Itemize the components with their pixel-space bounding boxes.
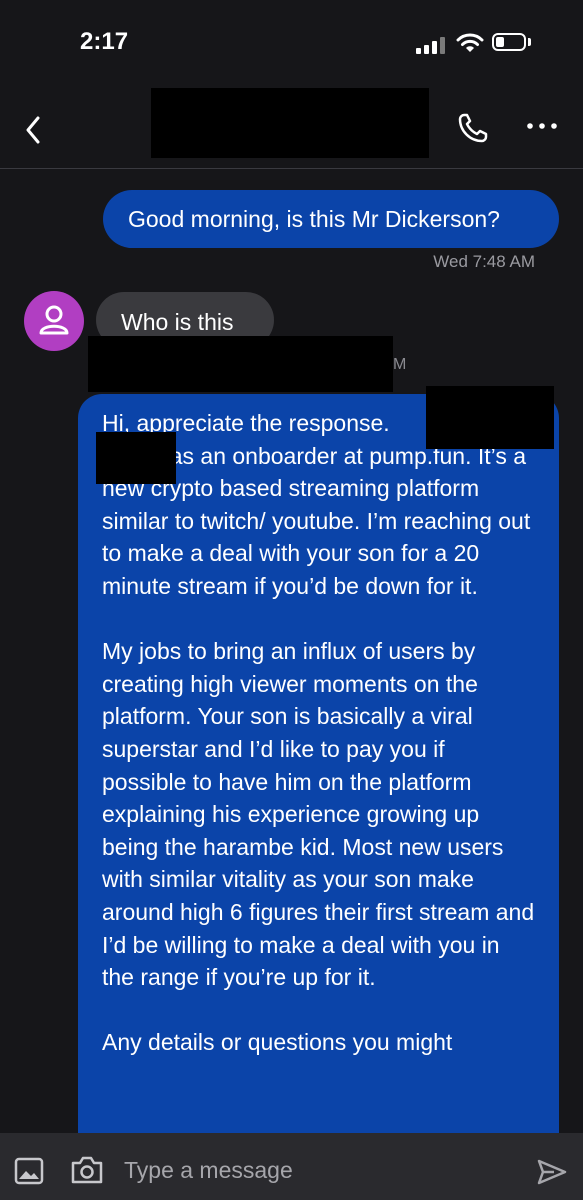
battery-tip <box>528 38 531 46</box>
phone-icon[interactable] <box>455 110 491 146</box>
conversation-header <box>0 80 583 169</box>
status-bar: 2:17 <box>0 0 583 80</box>
message-timestamp: Wed 7:48 AM <box>433 252 535 271</box>
more-horizontal-icon[interactable] <box>524 116 560 136</box>
redacted-fragment: M <box>393 356 407 373</box>
gallery-icon[interactable] <box>14 1157 44 1185</box>
avatar[interactable] <box>24 291 84 351</box>
battery-icon <box>492 33 526 51</box>
back-button[interactable] <box>18 110 48 150</box>
message-composer <box>0 1133 583 1200</box>
wifi-icon <box>456 33 484 52</box>
contact-name-redacted[interactable] <box>151 88 429 158</box>
cellular-signal-icon <box>416 36 448 54</box>
person-icon <box>39 305 69 335</box>
redacted-block <box>426 386 554 449</box>
status-time: 2:17 <box>80 28 129 55</box>
camera-icon[interactable] <box>70 1155 104 1185</box>
outgoing-message-long[interactable]: Hi, appreciate the response. I work as a… <box>78 394 559 1154</box>
outgoing-message[interactable]: Good morning, is this Mr Dickerson? <box>103 190 559 248</box>
message-input[interactable] <box>122 1150 516 1190</box>
send-icon[interactable] <box>536 1157 568 1187</box>
redacted-block <box>96 432 176 484</box>
redacted-block <box>88 336 393 392</box>
